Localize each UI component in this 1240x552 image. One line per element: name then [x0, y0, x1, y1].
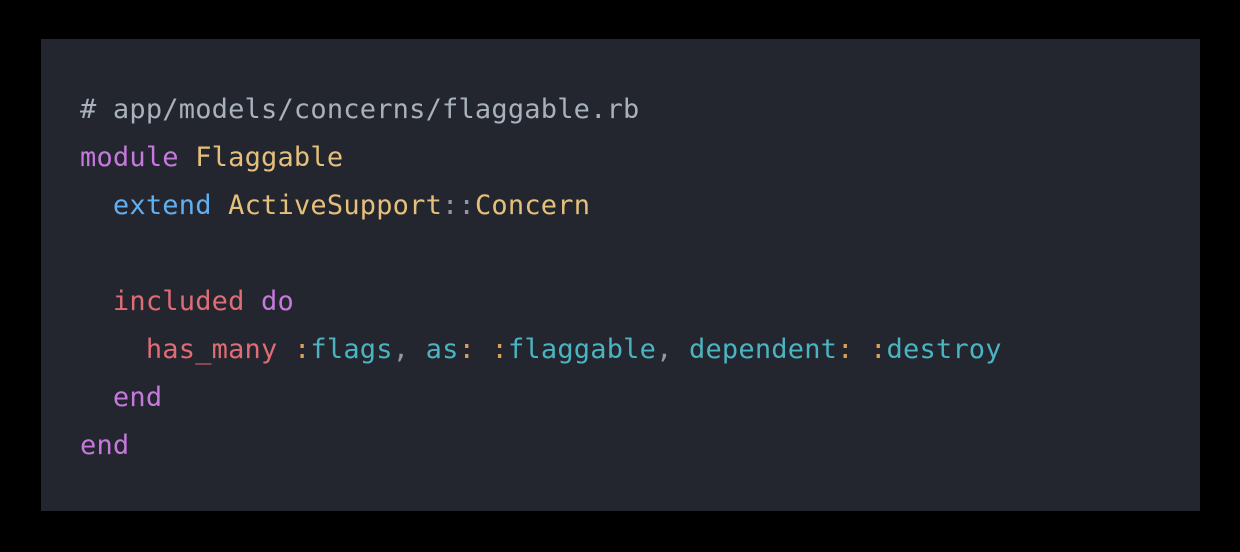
- code-line: extend ActiveSupport::Concern: [80, 182, 1002, 230]
- code-token-punct: ,: [656, 334, 673, 365]
- code-token-symbol: flags: [310, 334, 393, 365]
- code-token-colon: :: [458, 334, 476, 365]
- code-token-colon: :: [870, 334, 887, 365]
- code-token-method: included: [112, 286, 245, 317]
- code-token-symbol: as: [425, 334, 459, 365]
- code-line: # app/models/concerns/flaggable.rb: [80, 86, 1002, 134]
- code-token-keyword: module: [80, 142, 179, 173]
- code-token-keyword: end: [112, 382, 163, 413]
- code-token-const: ActiveSupport: [228, 190, 443, 221]
- code-token-symbol: flaggable: [507, 334, 657, 365]
- code-token-colon: :: [293, 334, 311, 365]
- code-line: included do: [80, 278, 1002, 326]
- code-token-func: extend: [112, 190, 212, 221]
- code-token-comment: # app/models/concerns/flaggable.rb: [80, 94, 640, 125]
- code-token-punct: ::: [442, 190, 475, 221]
- screenshot-canvas: # app/models/concerns/flaggable.rb module…: [0, 0, 1240, 552]
- code-token-method: has_many: [145, 334, 278, 365]
- code-token-keyword: do: [261, 286, 294, 317]
- code-token-const: Concern: [474, 190, 591, 221]
- code-token-const: Flaggable: [195, 142, 344, 173]
- code-line: module Flaggable: [80, 134, 1002, 182]
- code-line: end: [80, 422, 1002, 470]
- code-block[interactable]: # app/models/concerns/flaggable.rb module…: [80, 86, 1002, 470]
- code-token-colon: :: [491, 334, 508, 365]
- code-line: end: [80, 374, 1002, 422]
- code-line: has_many :flags, as: :flaggable, depende…: [80, 326, 1002, 374]
- code-token-symbol: destroy: [886, 334, 1002, 365]
- code-token-punct: ,: [392, 334, 410, 365]
- code-token-colon: :: [837, 334, 854, 365]
- code-panel: # app/models/concerns/flaggable.rb module…: [41, 39, 1200, 511]
- code-token-symbol: dependent: [689, 334, 838, 365]
- code-token-keyword: end: [80, 430, 130, 461]
